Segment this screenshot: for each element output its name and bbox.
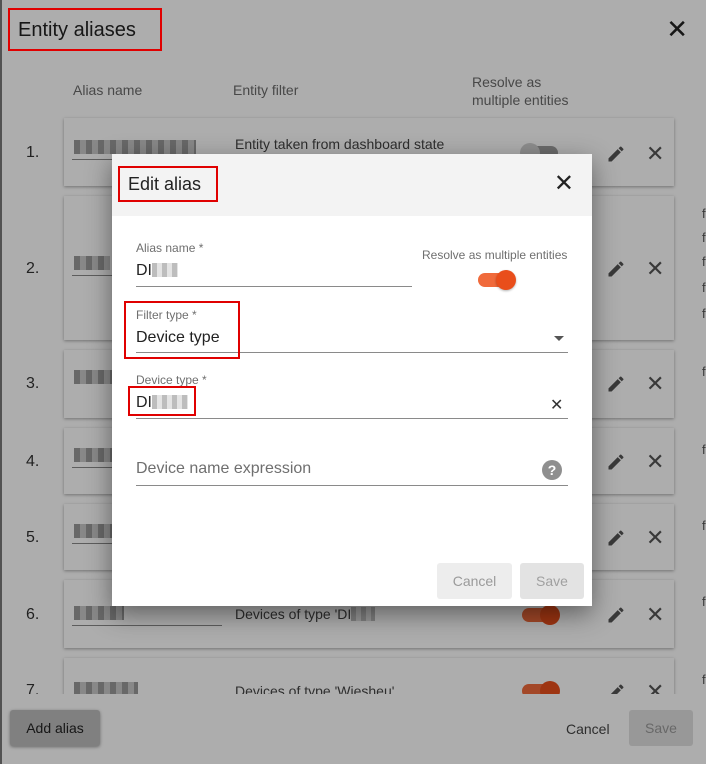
chevron-down-icon [554, 336, 564, 341]
device-type-value: DI [136, 394, 188, 412]
resolve-multiple-label: Resolve as multiple entities [422, 248, 568, 262]
cancel-button[interactable]: Cancel [437, 563, 512, 599]
filter-type-underline [136, 352, 568, 353]
edit-alias-dialog: Edit alias ✕ Alias name * DI Resolve as … [112, 154, 592, 606]
clear-icon[interactable]: ✕ [550, 398, 563, 414]
device-type-text: DI [136, 394, 152, 411]
alias-name-underline [136, 286, 412, 287]
device-name-expression-placeholder: Device name expression [136, 460, 312, 477]
alias-name-text: DI [136, 262, 152, 279]
filter-type-value: Device type [136, 329, 220, 346]
device-type-label: Device type * [136, 373, 207, 387]
save-button[interactable]: Save [520, 563, 584, 599]
alias-name-value: DI [136, 262, 178, 280]
resolve-multiple-toggle[interactable] [478, 270, 516, 290]
help-icon[interactable]: ? [542, 460, 562, 480]
device-type-underline [136, 418, 568, 419]
device-type-input[interactable]: DI ✕ [136, 392, 568, 420]
alias-name-input[interactable]: DI [136, 260, 412, 288]
filter-type-select[interactable]: Device type [136, 324, 568, 352]
device-name-expression-input[interactable]: Device name expression ? [136, 456, 568, 484]
close-icon[interactable]: ✕ [554, 172, 574, 196]
alias-name-label: Alias name * [136, 241, 204, 255]
filter-type-label: Filter type * [136, 308, 197, 322]
edit-alias-title: Edit alias [128, 174, 202, 194]
device-name-underline [136, 485, 568, 486]
edit-alias-header: Edit alias ✕ [112, 154, 592, 216]
